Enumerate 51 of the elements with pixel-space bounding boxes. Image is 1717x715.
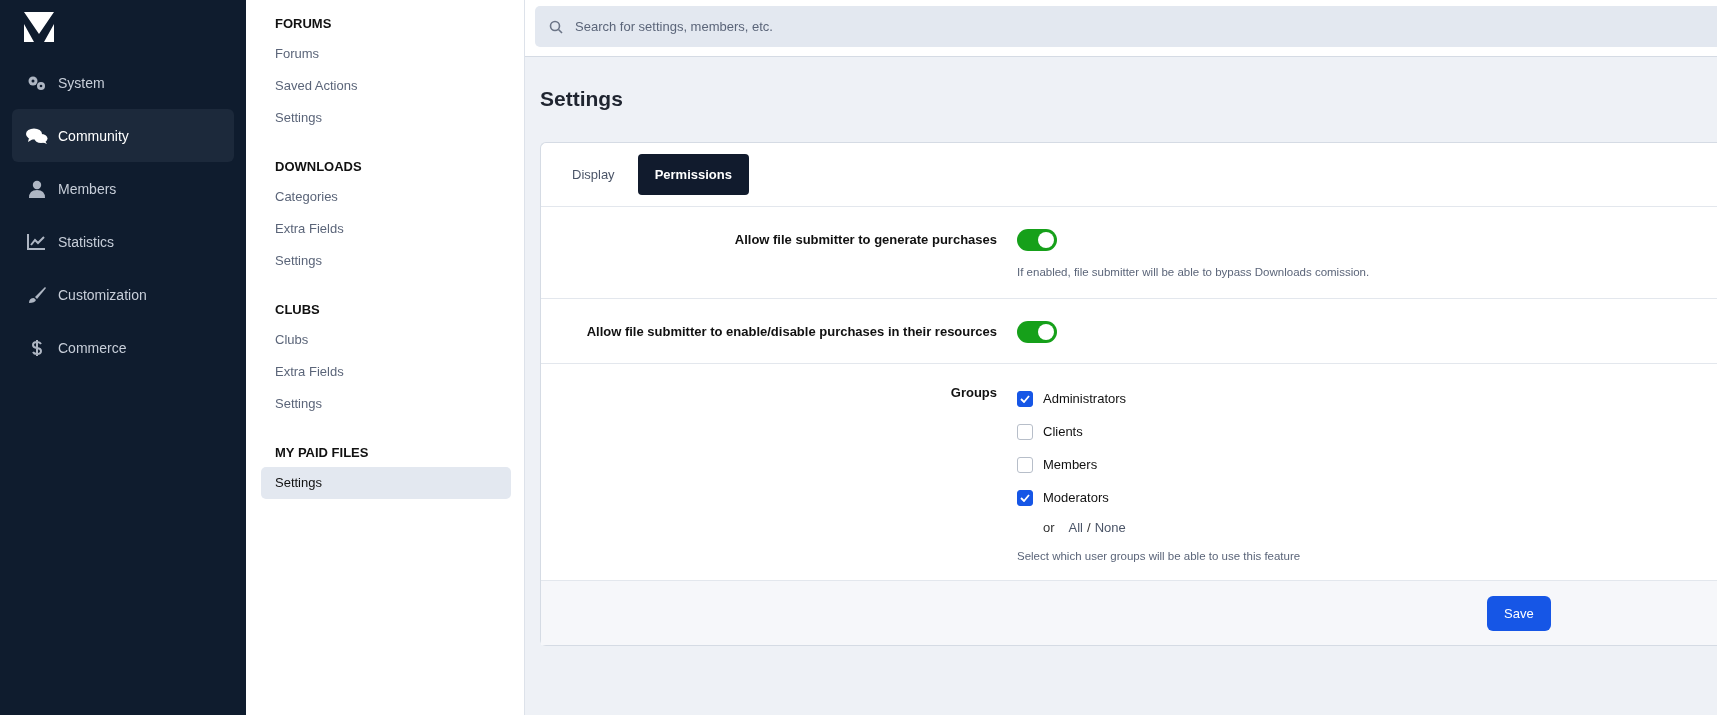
checkbox-label[interactable]: Clients	[1043, 424, 1083, 439]
line-chart-icon	[26, 232, 48, 251]
paint-brush-icon	[26, 285, 48, 304]
field-label: Allow file submitter to enable/disable purchases in their resources	[585, 323, 997, 341]
checkbox[interactable]	[1017, 489, 1033, 506]
check-icon	[1020, 394, 1030, 403]
nav-link[interactable]: Settings	[261, 245, 511, 277]
toggle-switch[interactable]	[1017, 229, 1057, 251]
sidebar-item[interactable]: Commerce	[12, 321, 234, 374]
separator-text: /	[1087, 520, 1091, 535]
page-title: Settings	[540, 87, 624, 112]
chat-bubbles-icon	[26, 126, 48, 145]
section-heading: MY PAID FILES	[275, 444, 370, 462]
sidebar-item[interactable]: Community	[12, 109, 234, 162]
checkbox[interactable]	[1017, 390, 1033, 407]
nav-link[interactable]: Extra Fields	[261, 356, 511, 388]
section-heading: FORUMS	[275, 15, 333, 33]
sidebar-item[interactable]: System	[12, 56, 234, 109]
logo-icon	[24, 12, 54, 42]
field-label: Groups	[949, 384, 997, 402]
tab[interactable]: Display	[555, 154, 632, 195]
nav-link[interactable]: Settings	[261, 388, 511, 420]
nav-link[interactable]: Saved Actions	[261, 70, 511, 102]
checkbox[interactable]	[1017, 456, 1033, 473]
toggle-switch[interactable]	[1017, 321, 1057, 343]
check-icon	[1020, 493, 1030, 502]
or-text: or	[1043, 520, 1055, 535]
tab[interactable]: Permissions	[637, 154, 749, 195]
nav-link[interactable]: Forums	[261, 38, 511, 70]
sidebar-item[interactable]: Statistics	[12, 215, 234, 268]
section-heading: DOWNLOADS	[275, 158, 363, 176]
nav-link[interactable]: Settings	[261, 102, 511, 134]
checkbox-label[interactable]: Administrators	[1043, 391, 1127, 406]
sidebar-item[interactable]: Customization	[12, 268, 234, 321]
save-button[interactable]: Save	[1487, 595, 1551, 631]
checkbox-label[interactable]: Members	[1043, 457, 1098, 472]
sidebar-item[interactable]: Members	[12, 162, 234, 215]
nav-link[interactable]: Categories	[261, 181, 511, 213]
nav-link[interactable]: Clubs	[261, 324, 511, 356]
select-all-link[interactable]: All	[1068, 520, 1083, 535]
field-description: Select which user groups will be able to use this feature	[1017, 550, 1302, 562]
select-none-link[interactable]: None	[1094, 520, 1126, 535]
field-description: If enabled, file submitter will be able to bypass Downloads comission.	[1017, 266, 1371, 278]
nav-link[interactable]: Extra Fields	[261, 213, 511, 245]
search-field[interactable]: Search for settings, members, etc.	[535, 6, 1717, 47]
checkbox-label[interactable]: Moderators	[1043, 490, 1109, 505]
field-label: Allow file submitter to generate purchases	[733, 231, 997, 249]
person-icon	[26, 179, 48, 198]
nav-link[interactable]: Settings	[261, 467, 511, 499]
checkbox[interactable]	[1017, 423, 1033, 440]
section-heading: CLUBS	[275, 301, 321, 319]
